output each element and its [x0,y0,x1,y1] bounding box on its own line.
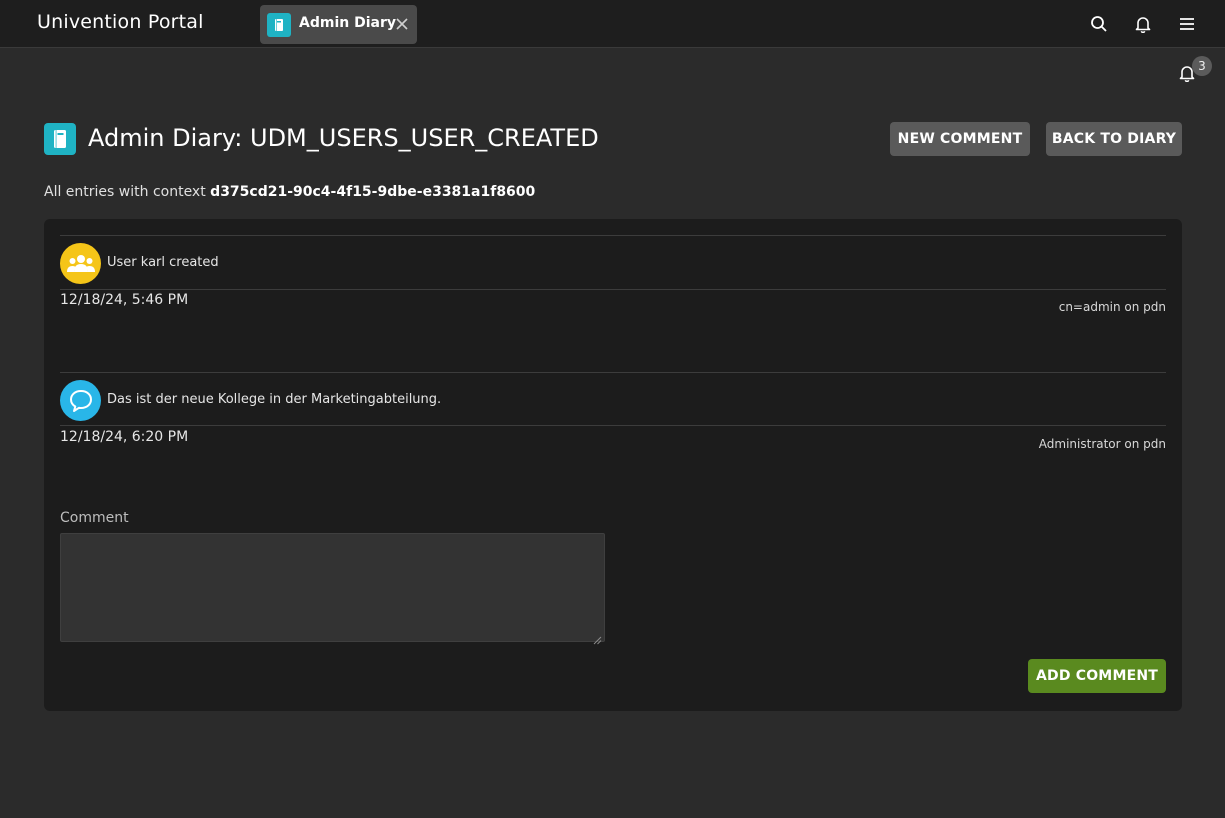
divider [60,372,1166,373]
diary-icon [44,123,76,155]
comment-label: Comment [60,510,129,526]
entry-date: 12/18/24, 5:46 PM [60,292,189,308]
divider [60,425,1166,426]
new-comment-button[interactable]: NEW COMMENT [890,122,1030,156]
entry-date: 12/18/24, 6:20 PM [60,429,189,445]
search-icon[interactable] [1087,12,1111,36]
entry-message: Das ist der neue Kollege in der Marketin… [107,392,442,407]
entry-message: User karl created [107,255,219,270]
context-subtitle: All entries with context d375cd21-90c4-4… [44,184,535,200]
comment-textarea[interactable] [60,533,605,642]
divider [60,289,1166,290]
portal-title[interactable]: Univention Portal [37,11,204,33]
divider [60,235,1166,236]
notification-count-badge: 3 [1192,56,1212,76]
comment-icon [60,380,101,421]
notifications-indicator[interactable]: 3 [1176,56,1216,86]
users-icon [60,243,101,284]
close-icon[interactable] [391,13,413,35]
resize-handle-icon[interactable] [592,630,602,645]
top-bar: Univention Portal Admin Diary [0,0,1225,48]
menu-icon[interactable] [1175,12,1199,36]
entry-author: Administrator on pdn [1038,437,1166,451]
tab-admin-diary[interactable]: Admin Diary [260,5,417,44]
back-to-diary-button[interactable]: BACK TO DIARY [1046,122,1182,156]
bell-icon[interactable] [1131,12,1155,36]
page-title: Admin Diary: UDM_USERS_USER_CREATED [88,124,599,152]
add-comment-button[interactable]: ADD COMMENT [1028,659,1166,693]
context-prefix: All entries with context [44,184,206,200]
context-id: d375cd21-90c4-4f15-9dbe-e3381a1f8600 [210,184,536,200]
entry-author: cn=admin on pdn [1058,300,1166,314]
tab-label: Admin Diary [299,15,396,31]
diary-icon [267,13,291,37]
diary-entries-panel: User karl created 12/18/24, 5:46 PM cn=a… [44,219,1182,711]
